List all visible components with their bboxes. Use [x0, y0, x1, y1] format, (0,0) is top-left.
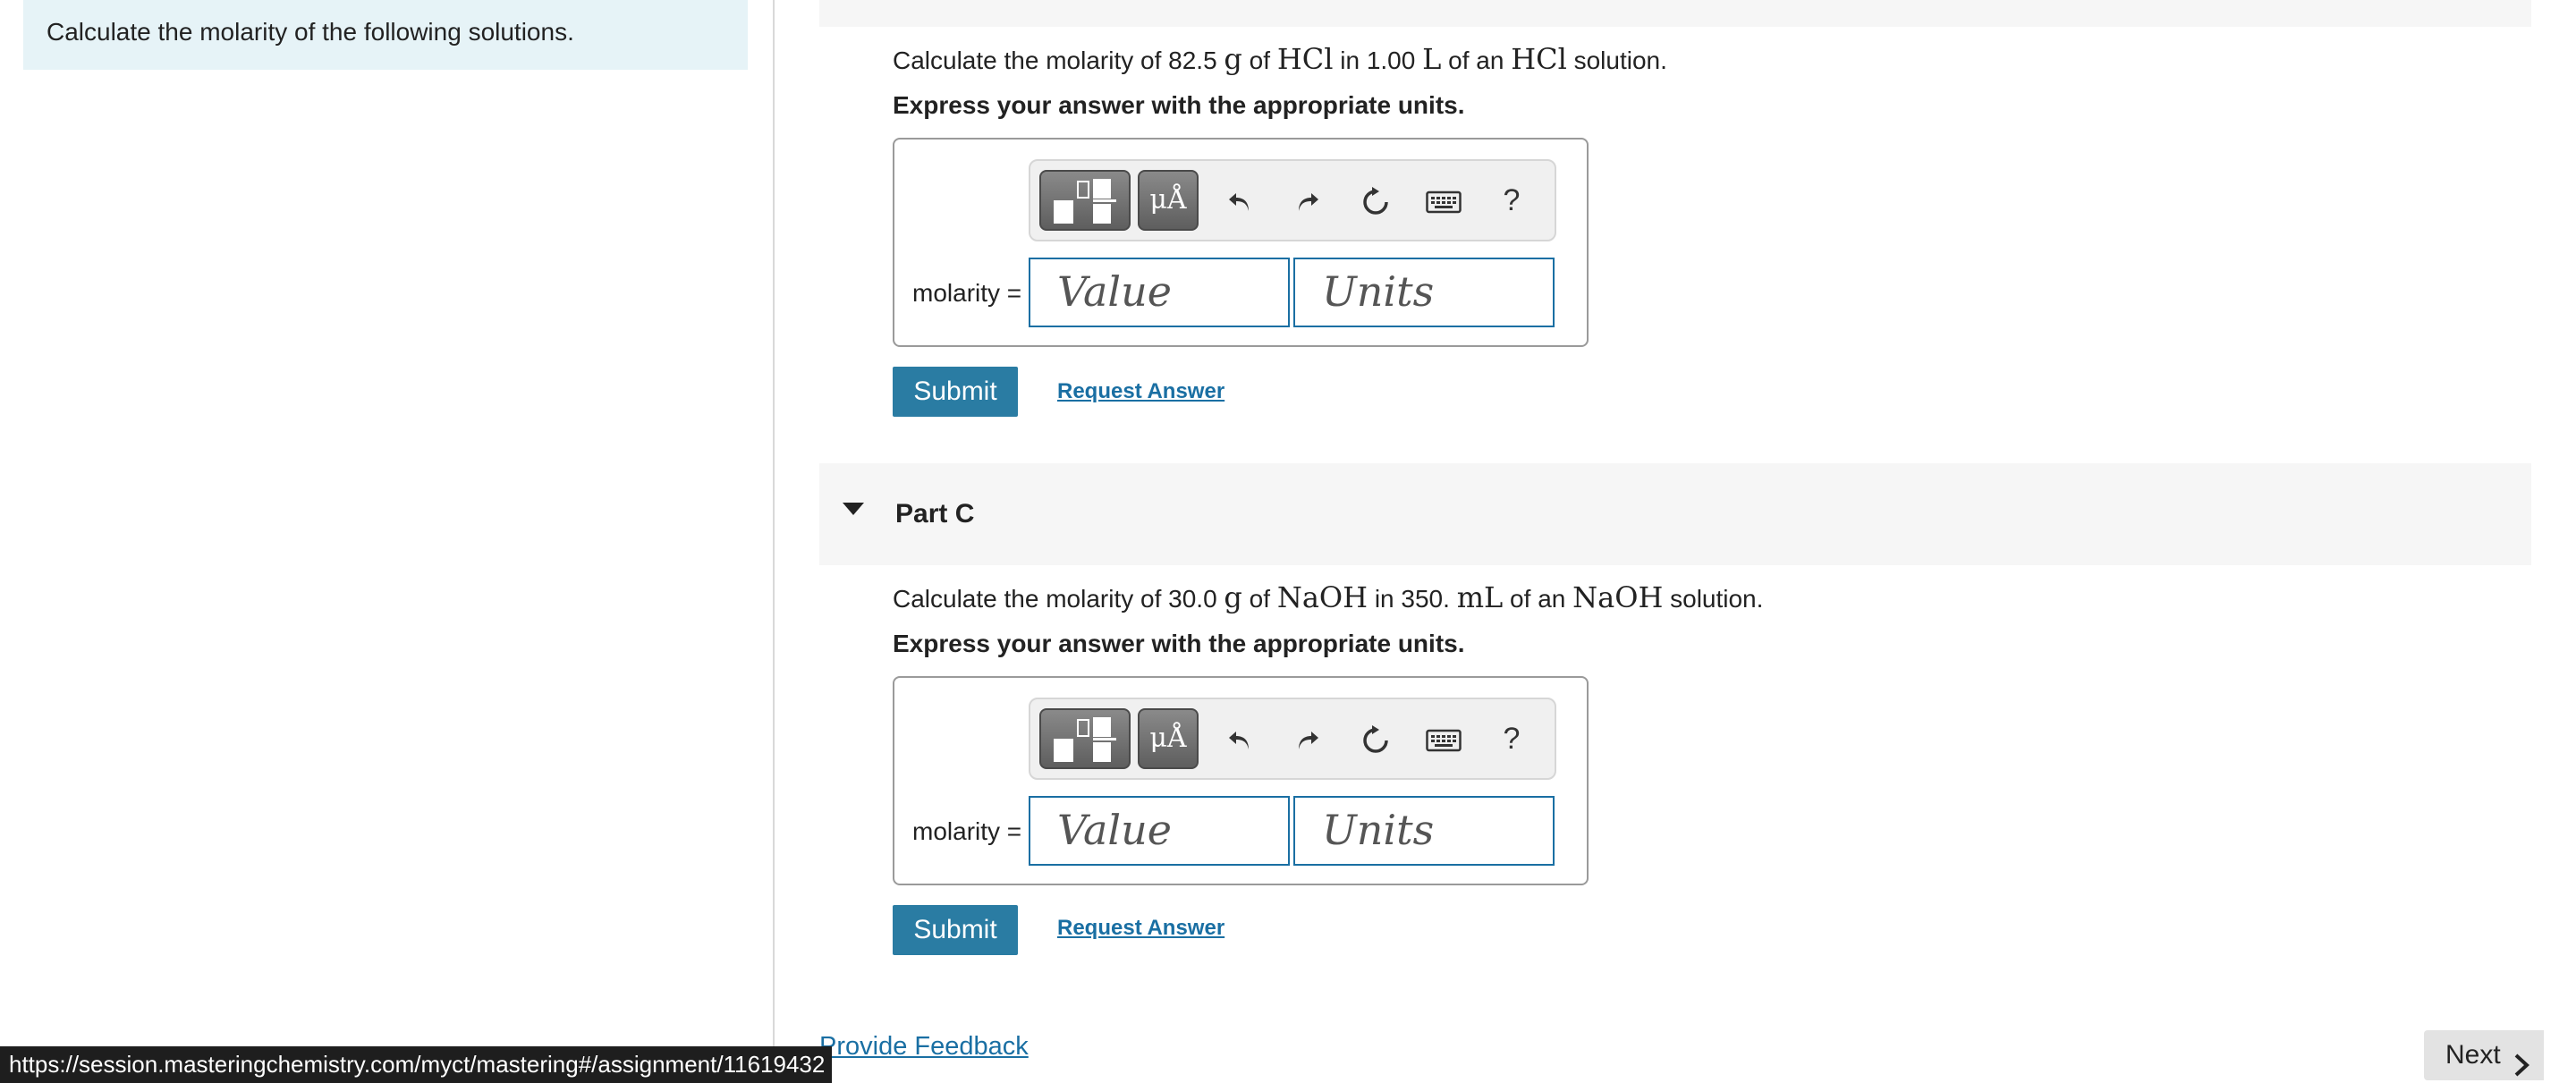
solute-formula: NaOH	[1572, 580, 1664, 614]
mass-value: 82.5	[1168, 47, 1217, 74]
volume-value: 350.	[1401, 585, 1450, 613]
collapse-caret-icon[interactable]	[843, 503, 864, 515]
reset-icon[interactable]	[1349, 170, 1402, 231]
browser-status-url: https://session.masteringchemistry.com/m…	[0, 1046, 832, 1083]
question-text: of an	[1503, 585, 1573, 613]
molarity-label: molarity =	[912, 817, 1022, 845]
part-c-question: Calculate the molarity of 30.0 g of NaOH…	[893, 580, 1763, 617]
mass-unit: g	[1224, 580, 1242, 614]
units-icon[interactable]: μÅ	[1138, 708, 1199, 769]
main-content: Calculate the molarity of 82.5 g of HCl …	[819, 0, 2544, 1083]
part-c-answer-box: μÅ ? molarity = Value Units	[893, 676, 1589, 885]
templates-icon[interactable]	[1039, 170, 1131, 231]
math-toolbar: μÅ ?	[1029, 698, 1556, 780]
part-b-express-instruction: Express your answer with the appropriate…	[893, 91, 1465, 119]
volume-unit: mL	[1456, 580, 1504, 614]
part-c-header[interactable]: Part C	[819, 463, 2531, 565]
solute-formula: HCl	[1276, 42, 1334, 76]
math-toolbar: μÅ ?	[1029, 159, 1556, 241]
volume-value: 1.00	[1366, 47, 1416, 74]
value-input[interactable]: Value	[1029, 796, 1290, 866]
request-answer-link[interactable]: Request Answer	[1057, 374, 1224, 410]
solute-formula: NaOH	[1276, 580, 1368, 614]
templates-icon[interactable]	[1039, 708, 1131, 769]
value-input[interactable]: Value	[1029, 258, 1290, 327]
undo-icon[interactable]	[1213, 708, 1267, 769]
help-icon[interactable]: ?	[1485, 170, 1538, 231]
redo-icon[interactable]	[1281, 170, 1335, 231]
mass-value: 30.0	[1168, 585, 1217, 613]
molarity-label: molarity =	[912, 279, 1022, 307]
question-text: in	[1333, 47, 1367, 74]
question-text: in	[1368, 585, 1402, 613]
question-text: solution.	[1663, 585, 1764, 613]
keyboard-icon[interactable]	[1417, 708, 1470, 769]
question-text: solution.	[1566, 47, 1667, 74]
volume-unit: L	[1422, 42, 1442, 76]
chevron-right-icon	[2513, 1044, 2529, 1083]
units-icon[interactable]: μÅ	[1138, 170, 1199, 231]
part-c-express-instruction: Express your answer with the appropriate…	[893, 630, 1465, 657]
instructions-panel: Calculate the molarity of the following …	[0, 0, 775, 1083]
request-answer-link[interactable]: Request Answer	[1057, 910, 1224, 946]
provide-feedback-link[interactable]: Provide Feedback	[819, 1028, 1029, 1064]
redo-icon[interactable]	[1281, 708, 1335, 769]
keyboard-icon[interactable]	[1417, 170, 1470, 231]
next-label: Next	[2445, 1040, 2501, 1070]
submit-button[interactable]: Submit	[893, 905, 1018, 955]
question-text: of an	[1441, 47, 1512, 74]
page: Calculate the molarity of the following …	[0, 0, 2576, 1083]
submit-button[interactable]: Submit	[893, 367, 1018, 417]
question-text: of	[1241, 585, 1277, 613]
next-button[interactable]: Next	[2424, 1030, 2544, 1080]
question-text: Calculate the molarity of	[893, 585, 1169, 613]
instructions-text: Calculate the molarity of the following …	[23, 0, 748, 70]
question-text: Calculate the molarity of	[893, 47, 1169, 74]
solute-formula: HCl	[1511, 42, 1567, 76]
units-input[interactable]: Units	[1293, 258, 1555, 327]
mass-unit: g	[1224, 42, 1242, 76]
question-text: of	[1241, 47, 1277, 74]
part-b-question: Calculate the molarity of 82.5 g of HCl …	[893, 41, 1667, 79]
undo-icon[interactable]	[1213, 170, 1267, 231]
part-b-header-strip	[819, 0, 2531, 27]
reset-icon[interactable]	[1349, 708, 1402, 769]
part-c-title: Part C	[895, 499, 975, 529]
units-input[interactable]: Units	[1293, 796, 1555, 866]
part-b-answer-box: μÅ ? molarity = Value Units	[893, 138, 1589, 347]
help-icon[interactable]: ?	[1485, 708, 1538, 769]
